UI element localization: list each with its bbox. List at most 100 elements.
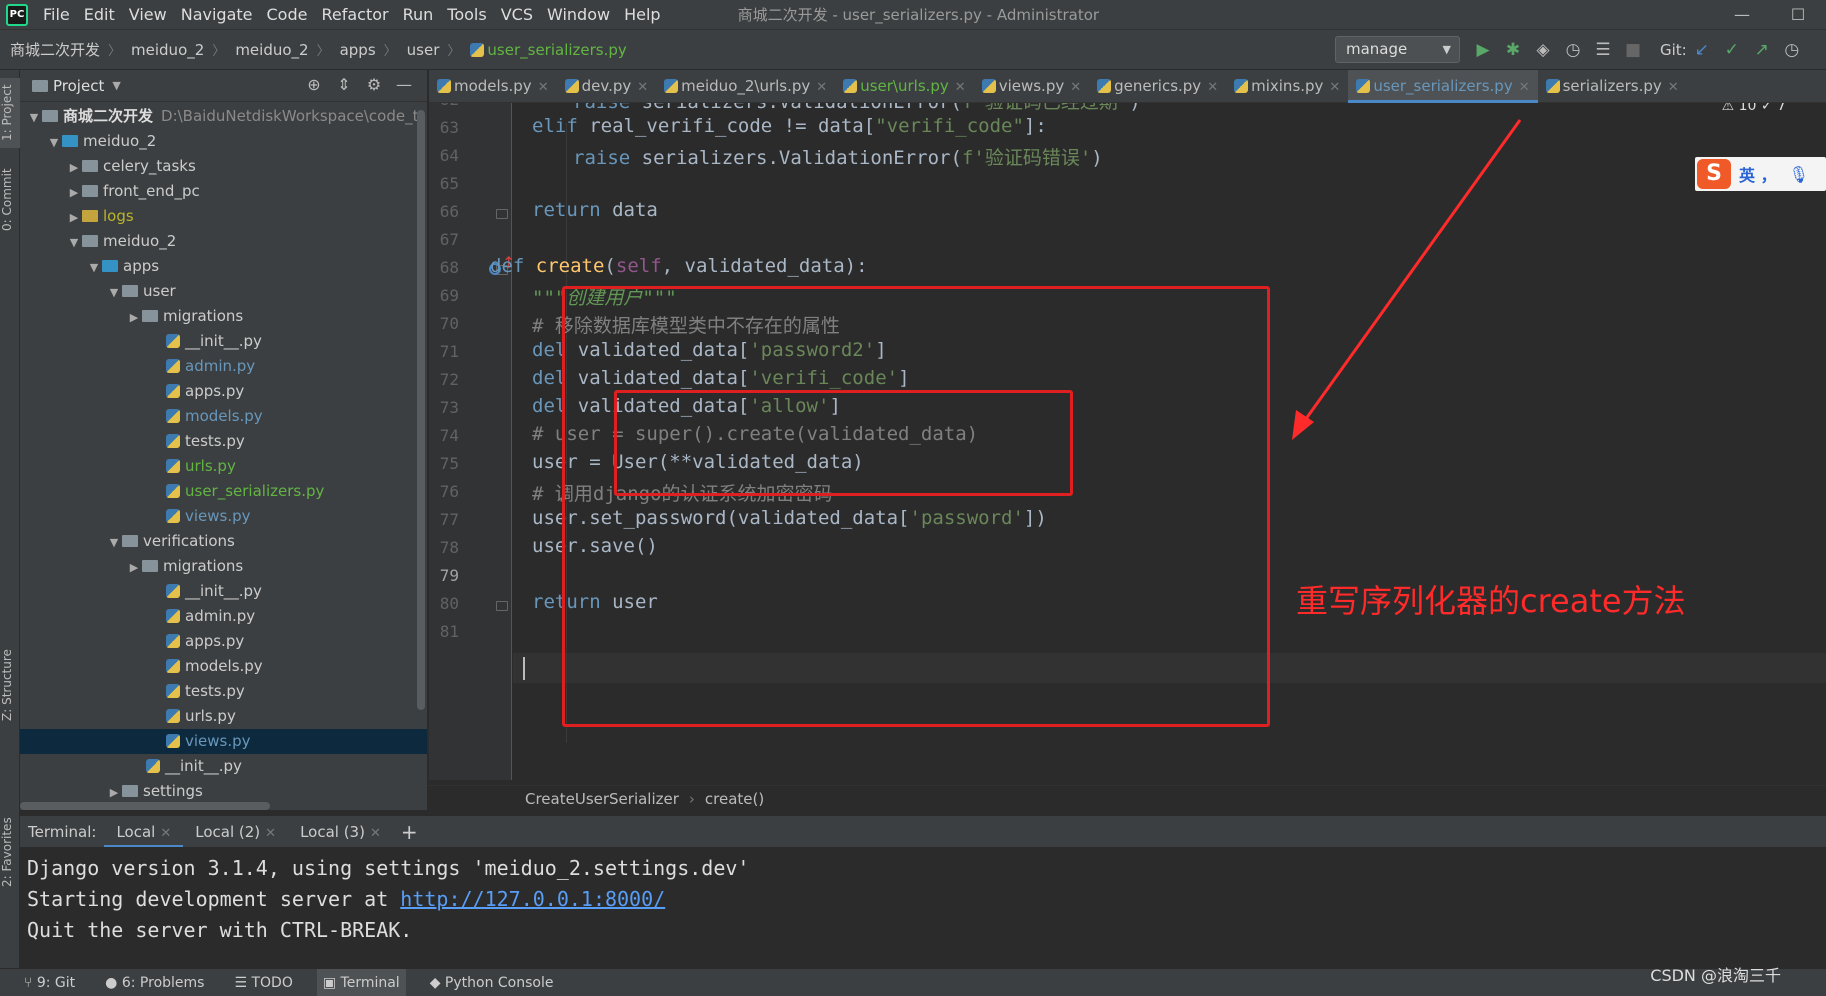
project-panel-title[interactable]: Project bbox=[53, 77, 104, 95]
breadcrumb-apps[interactable]: apps bbox=[340, 41, 376, 59]
microphone-icon[interactable]: 🎙 bbox=[1789, 165, 1809, 184]
tree-root[interactable]: ▼ 商城二次开发 D:\BaiduNetdiskWorkspace\code_t bbox=[20, 104, 427, 129]
tree-file-apps-init[interactable]: __init__.py bbox=[20, 754, 427, 779]
run-configuration-dropdown[interactable]: manage ▼ bbox=[1335, 36, 1460, 63]
tab-serializers-py[interactable]: serializers.py ✕ bbox=[1538, 70, 1687, 103]
stop-icon[interactable]: ■ bbox=[1618, 40, 1648, 60]
status-terminal[interactable]: ▣ Terminal bbox=[316, 968, 406, 996]
commit-tool-tab[interactable]: 0: Commit bbox=[0, 160, 20, 240]
maximize-icon[interactable]: ☐ bbox=[1770, 0, 1826, 30]
favorites-tool-tab[interactable]: 2: Favorites bbox=[0, 812, 20, 892]
menu-help[interactable]: Help bbox=[624, 5, 660, 24]
close-icon[interactable]: ✕ bbox=[1519, 80, 1530, 95]
menu-file[interactable]: File bbox=[43, 5, 70, 24]
menu-edit[interactable]: Edit bbox=[84, 5, 115, 24]
menu-run[interactable]: Run bbox=[403, 5, 434, 24]
tab-generics-py[interactable]: generics.py ✕ bbox=[1089, 70, 1226, 103]
inspection-warnings-indicator[interactable]: ⚠ 10 ✓ 7 bbox=[1722, 103, 1786, 114]
tree-file-user-init[interactable]: __init__.py bbox=[20, 329, 427, 354]
tree-file-user-admin[interactable]: admin.py bbox=[20, 354, 427, 379]
close-icon[interactable]: ✕ bbox=[637, 80, 648, 95]
tree-folder-apps[interactable]: ▼ apps bbox=[20, 254, 427, 279]
breadcrumb-method[interactable]: create() bbox=[705, 790, 764, 808]
close-icon[interactable]: ✕ bbox=[370, 826, 381, 841]
tree-file-ver-urls[interactable]: urls.py bbox=[20, 704, 427, 729]
tree-folder-user-migrations[interactable]: ▶ migrations bbox=[20, 304, 427, 329]
breadcrumb-user[interactable]: user bbox=[407, 41, 440, 59]
git-push-icon[interactable]: ↗ bbox=[1747, 40, 1777, 60]
tree-folder-settings[interactable]: ▶ settings bbox=[20, 779, 427, 804]
close-icon[interactable]: ✕ bbox=[1329, 80, 1340, 95]
terminal-output[interactable]: Django version 3.1.4, using settings 'me… bbox=[20, 847, 1826, 967]
tree-file-user-views[interactable]: views.py bbox=[20, 504, 427, 529]
tree-folder-meiduo-2-inner[interactable]: ▼ meiduo_2 bbox=[20, 229, 427, 254]
profile-icon[interactable]: ◷ bbox=[1558, 40, 1588, 60]
tab-user-serializers-py[interactable]: user_serializers.py ✕ bbox=[1348, 70, 1538, 103]
coverage-icon[interactable]: ◈ bbox=[1528, 40, 1558, 60]
debug-icon[interactable]: ✱ bbox=[1498, 40, 1528, 60]
close-icon[interactable]: ✕ bbox=[538, 80, 549, 95]
menu-code[interactable]: Code bbox=[267, 5, 308, 24]
tree-file-ver-apps[interactable]: apps.py bbox=[20, 629, 427, 654]
tree-file-ver-init[interactable]: __init__.py bbox=[20, 579, 427, 604]
tree-folder-front-end-pc[interactable]: ▶ front_end_pc bbox=[20, 179, 427, 204]
tab-meiduo-urls-py[interactable]: meiduo_2\urls.py ✕ bbox=[656, 70, 835, 103]
project-horizontal-scrollbar[interactable] bbox=[20, 802, 270, 810]
tree-file-user-serializers[interactable]: user_serializers.py bbox=[20, 479, 427, 504]
tree-file-user-tests[interactable]: tests.py bbox=[20, 429, 427, 454]
terminal-tab-local-2[interactable]: Local (2) ✕ bbox=[183, 816, 288, 848]
fold-marker-icon[interactable] bbox=[496, 601, 508, 611]
tab-models-py[interactable]: models.py ✕ bbox=[429, 70, 557, 103]
menu-view[interactable]: View bbox=[129, 5, 167, 24]
close-icon[interactable]: ✕ bbox=[1207, 80, 1218, 95]
tree-folder-celery-tasks[interactable]: ▶ celery_tasks bbox=[20, 154, 427, 179]
tab-dev-py[interactable]: dev.py ✕ bbox=[557, 70, 657, 103]
tree-file-ver-tests[interactable]: tests.py bbox=[20, 679, 427, 704]
status-python-console[interactable]: ◆ Python Console bbox=[424, 969, 560, 996]
tree-folder-verifications[interactable]: ▼ verifications bbox=[20, 529, 427, 554]
breadcrumb-meiduo-2[interactable]: meiduo_2 bbox=[131, 41, 204, 59]
project-tool-tab[interactable]: 1: Project bbox=[0, 78, 20, 148]
breadcrumb-meiduo-2-inner[interactable]: meiduo_2 bbox=[235, 41, 308, 59]
tree-folder-meiduo-2[interactable]: ▼ meiduo_2 bbox=[20, 129, 427, 154]
close-icon[interactable]: ✕ bbox=[1668, 80, 1679, 95]
tree-file-user-urls[interactable]: urls.py bbox=[20, 454, 427, 479]
menu-window[interactable]: Window bbox=[547, 5, 610, 24]
tree-folder-logs[interactable]: ▶ logs bbox=[20, 204, 427, 229]
terminal-tab-local-3[interactable]: Local (3) ✕ bbox=[288, 816, 393, 848]
tab-user-urls-py[interactable]: user\urls.py ✕ bbox=[835, 70, 974, 103]
locate-icon[interactable]: ⊕ bbox=[299, 75, 329, 94]
close-icon[interactable]: ✕ bbox=[265, 826, 276, 841]
project-scrollbar[interactable] bbox=[417, 110, 425, 710]
breadcrumb-class[interactable]: CreateUserSerializer bbox=[525, 790, 679, 808]
status-todo[interactable]: ☰ TODO bbox=[228, 969, 298, 996]
tree-file-ver-views[interactable]: views.py bbox=[20, 729, 427, 754]
status-git[interactable]: ⑂ 9: Git bbox=[18, 969, 81, 996]
gear-icon[interactable]: ⚙ bbox=[359, 75, 389, 94]
tree-folder-ver-migrations[interactable]: ▶ migrations bbox=[20, 554, 427, 579]
hide-icon[interactable]: — bbox=[389, 75, 419, 94]
git-update-icon[interactable]: ↙ bbox=[1687, 40, 1717, 60]
terminal-tab-local[interactable]: Local ✕ bbox=[104, 816, 184, 848]
close-icon[interactable]: ✕ bbox=[955, 80, 966, 95]
breadcrumb-file[interactable]: user_serializers.py bbox=[470, 41, 627, 59]
fold-marker-icon[interactable] bbox=[496, 209, 508, 219]
menu-navigate[interactable]: Navigate bbox=[181, 5, 253, 24]
git-commit-icon[interactable]: ✓ bbox=[1717, 40, 1747, 60]
structure-tool-tab[interactable]: Z: Structure bbox=[0, 640, 20, 730]
tree-file-user-apps[interactable]: apps.py bbox=[20, 379, 427, 404]
menu-vcs[interactable]: VCS bbox=[501, 5, 533, 24]
collapse-all-icon[interactable]: ⇕ bbox=[329, 75, 359, 94]
minimize-icon[interactable]: — bbox=[1714, 0, 1770, 30]
tree-file-user-models[interactable]: models.py bbox=[20, 404, 427, 429]
run-icon[interactable]: ▶ bbox=[1468, 40, 1498, 60]
close-icon[interactable]: ✕ bbox=[160, 826, 171, 841]
tab-views-py[interactable]: views.py ✕ bbox=[974, 70, 1089, 103]
close-icon[interactable]: ✕ bbox=[1070, 80, 1081, 95]
add-terminal-icon[interactable]: + bbox=[401, 820, 418, 844]
server-url-link[interactable]: http://127.0.0.1:8000/ bbox=[400, 887, 665, 911]
status-problems[interactable]: ● 6: Problems bbox=[99, 969, 210, 996]
chevron-down-icon[interactable]: ▼ bbox=[112, 79, 120, 92]
tab-mixins-py[interactable]: mixins.py ✕ bbox=[1226, 70, 1348, 103]
git-history-icon[interactable]: ◷ bbox=[1777, 40, 1807, 60]
